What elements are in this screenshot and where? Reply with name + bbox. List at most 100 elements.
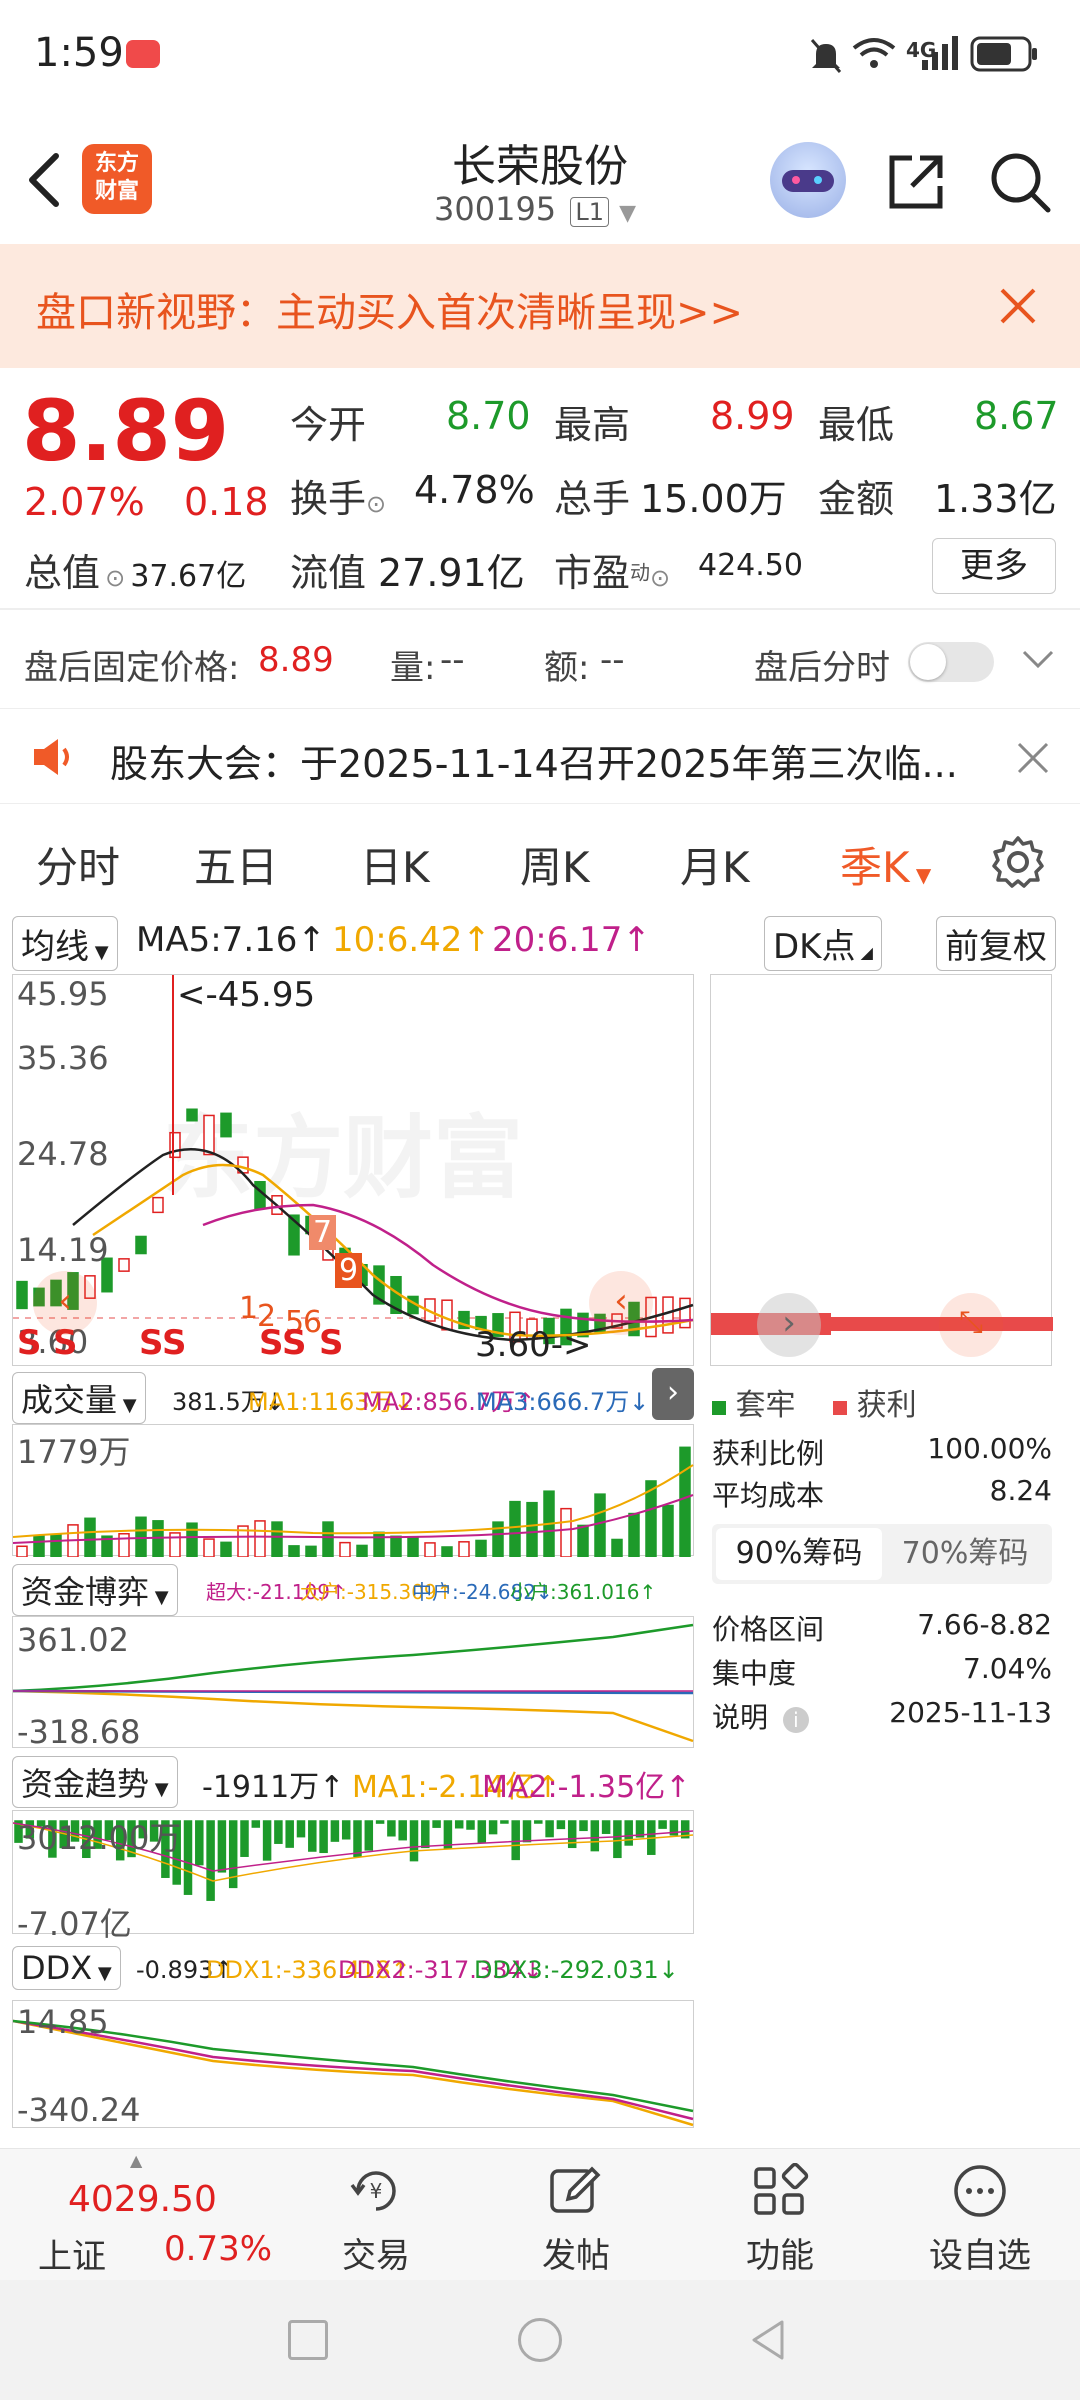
nav-trade[interactable]: ¥ 交易 bbox=[296, 2149, 456, 2281]
dk-point-button[interactable]: DK点 ◢ bbox=[764, 916, 882, 971]
grid-icon bbox=[754, 2162, 809, 2215]
gear-icon[interactable] bbox=[990, 834, 1046, 890]
fund-game-chart[interactable]: 361.02 -318.68 bbox=[12, 1616, 694, 1751]
nav-watchlist[interactable]: 设自选 bbox=[900, 2149, 1060, 2281]
float-cap-value: 27.91亿 bbox=[378, 551, 525, 595]
change-percent: 2.07% bbox=[24, 480, 145, 524]
tab-chip-70[interactable]: 70%筹码 bbox=[882, 1528, 1048, 1580]
fund-trend-y-bottom: -7.07亿 bbox=[17, 1905, 132, 1943]
current-price: 8.89 bbox=[22, 382, 230, 480]
volume-indicator-selector[interactable]: 成交量 ▼ bbox=[12, 1372, 146, 1424]
quote-panel: 8.89 2.07% 0.18 总值 ⊙ 37.67亿 今开 8.70 最高 8… bbox=[0, 368, 1080, 608]
volume-bar bbox=[577, 1524, 589, 1557]
scroll-left-button-2[interactable]: ‹ bbox=[589, 1271, 653, 1335]
tab-monthly-k[interactable]: 月K bbox=[680, 834, 750, 895]
volume-bar bbox=[407, 1537, 419, 1557]
low-annotation: 3.60-> bbox=[475, 1325, 592, 1365]
stock-code-row[interactable]: 300195 L1 ▼ bbox=[434, 190, 636, 228]
ddx-y-bottom: -340.24 bbox=[17, 2091, 141, 2129]
expand-icon[interactable]: ⤡ bbox=[939, 1293, 1003, 1357]
volume-value: 15.00万 bbox=[640, 477, 787, 521]
share-icon[interactable] bbox=[884, 150, 948, 214]
ma10-value: 10:6.42↑ bbox=[332, 920, 491, 960]
close-icon[interactable] bbox=[1016, 741, 1050, 775]
high-annotation: <-45.95 bbox=[177, 975, 316, 1015]
volume-chart[interactable]: 1779万 bbox=[12, 1424, 694, 1557]
fund-trend-value: -1911万↑ bbox=[202, 1770, 345, 1805]
ddx-selector[interactable]: DDX ▼ bbox=[12, 1946, 121, 1990]
tab-daily-k[interactable]: 日K bbox=[360, 834, 430, 895]
ddx-chart[interactable]: 14.85 -340.24 bbox=[12, 2000, 694, 2129]
tab-chip-90[interactable]: 90%筹码 bbox=[716, 1528, 882, 1580]
concentration-value: 7.04% bbox=[963, 1652, 1052, 1685]
volume-bar bbox=[594, 1493, 606, 1557]
ddx-y-top: 14.85 bbox=[17, 2003, 109, 2041]
stock-name: 长荣股份 bbox=[452, 141, 628, 192]
open-label: 今开 bbox=[290, 403, 367, 447]
home-button[interactable] bbox=[518, 2318, 562, 2362]
kline-chart[interactable]: 东方财富 45.95 35.36 24.78 14.19 3.60 <-45.9… bbox=[12, 974, 695, 1366]
fund-trend-bar bbox=[613, 1820, 622, 1859]
fund-game-selector[interactable]: 资金博弈 ▼ bbox=[12, 1564, 178, 1616]
tab-quarterly-k[interactable]: 季K ▼ bbox=[840, 834, 931, 895]
nav-functions[interactable]: 功能 bbox=[700, 2149, 860, 2281]
close-icon[interactable] bbox=[998, 286, 1038, 326]
adjust-mode-button[interactable]: 前复权 bbox=[936, 916, 1056, 971]
volume-bar bbox=[509, 1500, 521, 1557]
fund-trend-header: 资金趋势 ▼ -1911万↑ MA1:-2.14亿↑ MA2:-1.35亿↑ bbox=[12, 1756, 694, 1808]
low-label: 最低 bbox=[818, 403, 895, 447]
nav-post[interactable]: 发帖 bbox=[496, 2149, 656, 2281]
scroll-left-button[interactable]: ‹ bbox=[33, 1271, 97, 1335]
volume-header: 成交量 ▼ 381.5万↓ MA1:1163万↓ MA2:856.7万↑ MA3… bbox=[12, 1368, 694, 1424]
notice-bar[interactable]: 股东大会：于2025-11-14召开2025年第三次临... bbox=[0, 708, 1080, 804]
back-icon[interactable] bbox=[22, 150, 66, 210]
volume-bar bbox=[271, 1521, 283, 1557]
after-hours-row: 盘后固定价格: 8.89 量: -- 额: -- 盘后分时 bbox=[0, 612, 1080, 708]
fund-trend-chart[interactable]: 3012.00万 -7.07亿 bbox=[12, 1810, 694, 1943]
chip-next-button[interactable]: › bbox=[757, 1293, 821, 1357]
fund-trend-y-top: 3012.00万 bbox=[17, 1819, 182, 1857]
chevron-down-icon[interactable] bbox=[1020, 648, 1056, 672]
fund-trend-selector[interactable]: 资金趋势 ▼ bbox=[12, 1756, 178, 1808]
info-icon[interactable]: i bbox=[782, 1707, 809, 1733]
promo-banner-text[interactable]: 盘口新视野：主动买入首次清晰呈现>> bbox=[36, 280, 743, 338]
pe-dynamic-mark: 动 bbox=[630, 560, 651, 585]
fund-trend-bar bbox=[330, 1820, 340, 1842]
chip-distribution-chart[interactable]: › ⤡ bbox=[710, 974, 1053, 1366]
price-range-value: 7.66-8.82 bbox=[917, 1608, 1052, 1641]
back-nav-icon[interactable] bbox=[748, 2318, 788, 2362]
volume-bar bbox=[679, 1446, 691, 1557]
robot-assistant-icon[interactable] bbox=[770, 142, 846, 218]
signal-ss2: SS bbox=[259, 1323, 307, 1363]
tab-timeshare[interactable]: 分时 bbox=[36, 834, 120, 895]
nav-trade-label: 交易 bbox=[342, 2236, 410, 2276]
ma20-value: 20:6.17↑ bbox=[492, 920, 651, 960]
volume-bar bbox=[424, 1542, 436, 1557]
profit-legend-label: 获利 bbox=[856, 1388, 917, 1423]
fund-trend-bar bbox=[409, 1820, 419, 1862]
note-row: 说明 i 2025-11-13 bbox=[712, 1696, 1052, 1736]
index-widget[interactable]: ▲ 4029.50 上证 0.73% bbox=[0, 2149, 290, 2281]
chip-legend: 套牢 获利 bbox=[712, 1380, 1052, 1424]
after-hours-toggle[interactable] bbox=[908, 642, 994, 682]
search-icon[interactable] bbox=[988, 150, 1052, 214]
more-button[interactable]: 更多 bbox=[932, 538, 1056, 594]
promo-banner[interactable]: 盘口新视野：主动买入首次清晰呈现>> bbox=[0, 244, 1080, 368]
recent-apps-button[interactable] bbox=[288, 2320, 328, 2360]
ma-mode-selector[interactable]: 均线 ▼ bbox=[12, 916, 118, 971]
notification-icon bbox=[126, 40, 160, 68]
tab-five-day[interactable]: 五日 bbox=[194, 834, 278, 895]
top-nav-bar: 东方 财富 长荣股份 300195 L1 ▼ bbox=[0, 120, 1080, 240]
ma5-value: MA5:7.16↑ bbox=[136, 920, 326, 960]
fund-trend-bar bbox=[398, 1820, 407, 1841]
notice-text[interactable]: 股东大会：于2025-11-14召开2025年第三次临... bbox=[110, 733, 958, 788]
tab-weekly-k[interactable]: 周K bbox=[520, 834, 590, 895]
volume-bar bbox=[356, 1544, 368, 1557]
expand-panel-button[interactable]: › bbox=[652, 1368, 694, 1420]
volume-bar bbox=[254, 1520, 266, 1557]
fund-trend-bar bbox=[262, 1820, 272, 1861]
index-change: 0.73% bbox=[164, 2229, 273, 2269]
volume-bar bbox=[441, 1546, 453, 1557]
nav-watchlist-label: 设自选 bbox=[929, 2236, 1031, 2276]
volume-y-label: 1779万 bbox=[17, 1433, 131, 1471]
